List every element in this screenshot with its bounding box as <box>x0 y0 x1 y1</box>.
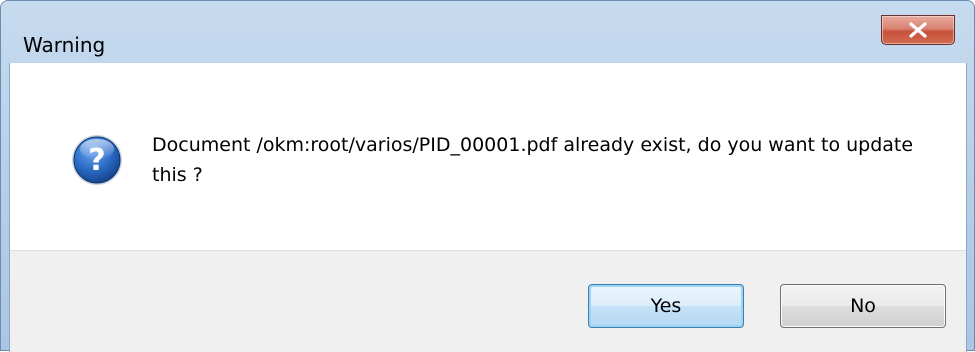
close-icon <box>909 22 927 38</box>
message-area: ? Document /okm:root/varios/PID_00001.pd… <box>10 63 966 250</box>
dialog-title: Warning <box>23 33 106 57</box>
question-icon: ? <box>72 135 122 185</box>
button-bar: Yes No <box>10 250 966 352</box>
svg-text:?: ? <box>88 143 105 178</box>
dialog-body: ? Document /okm:root/varios/PID_00001.pd… <box>9 63 967 352</box>
yes-button[interactable]: Yes <box>588 284 744 328</box>
no-button[interactable]: No <box>780 284 946 328</box>
warning-dialog: Warning ? Document /okm:root/varios/PID_… <box>0 0 975 352</box>
close-button[interactable] <box>881 15 955 45</box>
dialog-message: Document /okm:root/varios/PID_00001.pdf … <box>152 134 914 186</box>
title-bar[interactable]: Warning <box>1 1 974 63</box>
